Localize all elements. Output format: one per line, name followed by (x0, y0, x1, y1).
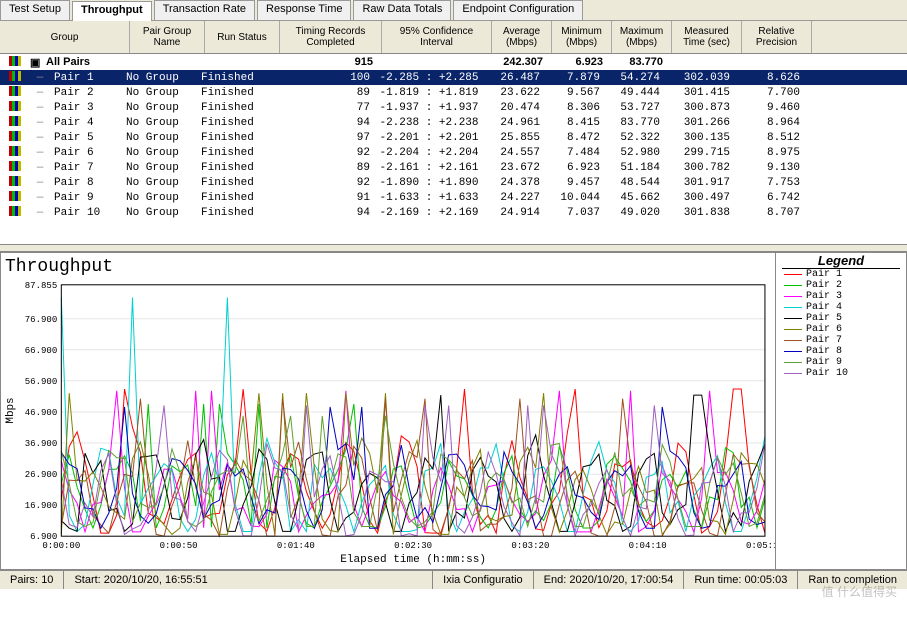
svg-text:46.900: 46.900 (25, 408, 58, 418)
svg-text:36.900: 36.900 (25, 439, 58, 449)
pair-icon (9, 71, 21, 81)
col-run-status[interactable]: Run Status (205, 21, 280, 53)
legend-item[interactable]: Pair 8 (776, 346, 906, 357)
top-tabs: Test SetupThroughputTransaction RateResp… (0, 0, 907, 21)
table-row[interactable]: —Pair 1No GroupFinished100-2.285 : +2.28… (0, 70, 907, 85)
col-min[interactable]: Minimum (Mbps) (552, 21, 612, 53)
legend-item[interactable]: Pair 4 (776, 302, 906, 313)
tab-response-time[interactable]: Response Time (257, 0, 351, 20)
legend-item[interactable]: Pair 6 (776, 324, 906, 335)
svg-text:76.900: 76.900 (25, 315, 58, 325)
svg-text:0:01:40: 0:01:40 (277, 541, 315, 551)
col-precision[interactable]: Relative Precision (742, 21, 812, 53)
pair-icon (9, 176, 21, 186)
horizontal-splitter[interactable] (0, 244, 907, 252)
legend-item[interactable]: Pair 7 (776, 335, 906, 346)
col-max[interactable]: Maximum (Mbps) (612, 21, 672, 53)
all-pairs-label: All Pairs (42, 56, 200, 68)
pair-icon (9, 161, 21, 171)
legend-item[interactable]: Pair 9 (776, 357, 906, 368)
pair-icon (9, 146, 21, 156)
svg-text:0:05:10: 0:05:10 (746, 541, 775, 551)
pair-icon (9, 191, 21, 201)
status-bar: Pairs: 10 Start: 2020/10/20, 16:55:51 Ix… (0, 570, 907, 589)
legend-title: Legend (782, 253, 900, 269)
all-pairs-row[interactable]: ▣ All Pairs 915 242.307 6.923 83.770 (0, 54, 907, 70)
table-row[interactable]: —Pair 4No GroupFinished94-2.238 : +2.238… (0, 115, 907, 130)
pair-icon (9, 131, 21, 141)
svg-text:66.900: 66.900 (25, 346, 58, 356)
svg-text:0:00:50: 0:00:50 (160, 541, 198, 551)
status-config: Ixia Configuratio (433, 571, 534, 589)
svg-text:16.900: 16.900 (25, 501, 58, 511)
svg-text:0:00:00: 0:00:00 (42, 541, 80, 551)
status-runtime: Run time: 00:05:03 (684, 571, 798, 589)
svg-text:0:04:10: 0:04:10 (629, 541, 667, 551)
legend-item[interactable]: Pair 10 (776, 368, 906, 379)
svg-text:Elapsed time (h:mm:ss): Elapsed time (h:mm:ss) (340, 554, 486, 566)
tab-raw-data-totals[interactable]: Raw Data Totals (353, 0, 451, 20)
legend-item[interactable]: Pair 2 (776, 280, 906, 291)
col-group[interactable]: Group (0, 21, 130, 53)
throughput-chart[interactable]: Throughput 87.85576.90066.90056.90046.90… (0, 252, 776, 570)
legend-panel: Legend Pair 1Pair 2Pair 3Pair 4Pair 5Pai… (776, 252, 907, 570)
status-start: Start: 2020/10/20, 16:55:51 (64, 571, 433, 589)
table-row[interactable]: —Pair 2No GroupFinished89-1.819 : +1.819… (0, 85, 907, 100)
tab-throughput[interactable]: Throughput (72, 1, 152, 21)
pair-icon (9, 101, 21, 111)
col-timing[interactable]: Timing Records Completed (280, 21, 382, 53)
tab-endpoint-configuration[interactable]: Endpoint Configuration (453, 0, 583, 20)
watermark: 值 什么值得买 (822, 583, 897, 600)
table-row[interactable]: —Pair 7No GroupFinished89-2.161 : +2.161… (0, 160, 907, 175)
tab-transaction-rate[interactable]: Transaction Rate (154, 0, 255, 20)
svg-text:26.900: 26.900 (25, 470, 58, 480)
table-row[interactable]: —Pair 10No GroupFinished94-2.169 : +2.16… (0, 205, 907, 220)
table-row[interactable]: —Pair 8No GroupFinished92-1.890 : +1.890… (0, 175, 907, 190)
pair-icon (9, 206, 21, 216)
table-row[interactable]: —Pair 5No GroupFinished97-2.201 : +2.201… (0, 130, 907, 145)
legend-item[interactable]: Pair 3 (776, 291, 906, 302)
col-avg[interactable]: Average (Mbps) (492, 21, 552, 53)
pair-icon (9, 116, 21, 126)
table-body: ▣ All Pairs 915 242.307 6.923 83.770 —Pa… (0, 54, 907, 244)
pair-icon (9, 86, 21, 96)
table-row[interactable]: —Pair 9No GroupFinished91-1.633 : +1.633… (0, 190, 907, 205)
legend-item[interactable]: Pair 1 (776, 269, 906, 280)
pair-icon (9, 56, 21, 66)
svg-text:Mbps: Mbps (5, 397, 17, 423)
col-measured[interactable]: Measured Time (sec) (672, 21, 742, 53)
col-pair-group[interactable]: Pair Group Name (130, 21, 205, 53)
table-row[interactable]: —Pair 3No GroupFinished77-1.937 : +1.937… (0, 100, 907, 115)
svg-text:56.900: 56.900 (25, 377, 58, 387)
status-end: End: 2020/10/20, 17:00:54 (534, 571, 685, 589)
tab-test-setup[interactable]: Test Setup (0, 0, 70, 20)
svg-text:87.855: 87.855 (25, 281, 58, 291)
table-header: Group Pair Group Name Run Status Timing … (0, 21, 907, 54)
status-pairs: Pairs: 10 (0, 571, 64, 589)
legend-item[interactable]: Pair 5 (776, 313, 906, 324)
table-row[interactable]: —Pair 6No GroupFinished92-2.204 : +2.204… (0, 145, 907, 160)
svg-text:0:03:20: 0:03:20 (511, 541, 549, 551)
col-confidence[interactable]: 95% Confidence Interval (382, 21, 492, 53)
svg-text:0:02:30: 0:02:30 (394, 541, 432, 551)
